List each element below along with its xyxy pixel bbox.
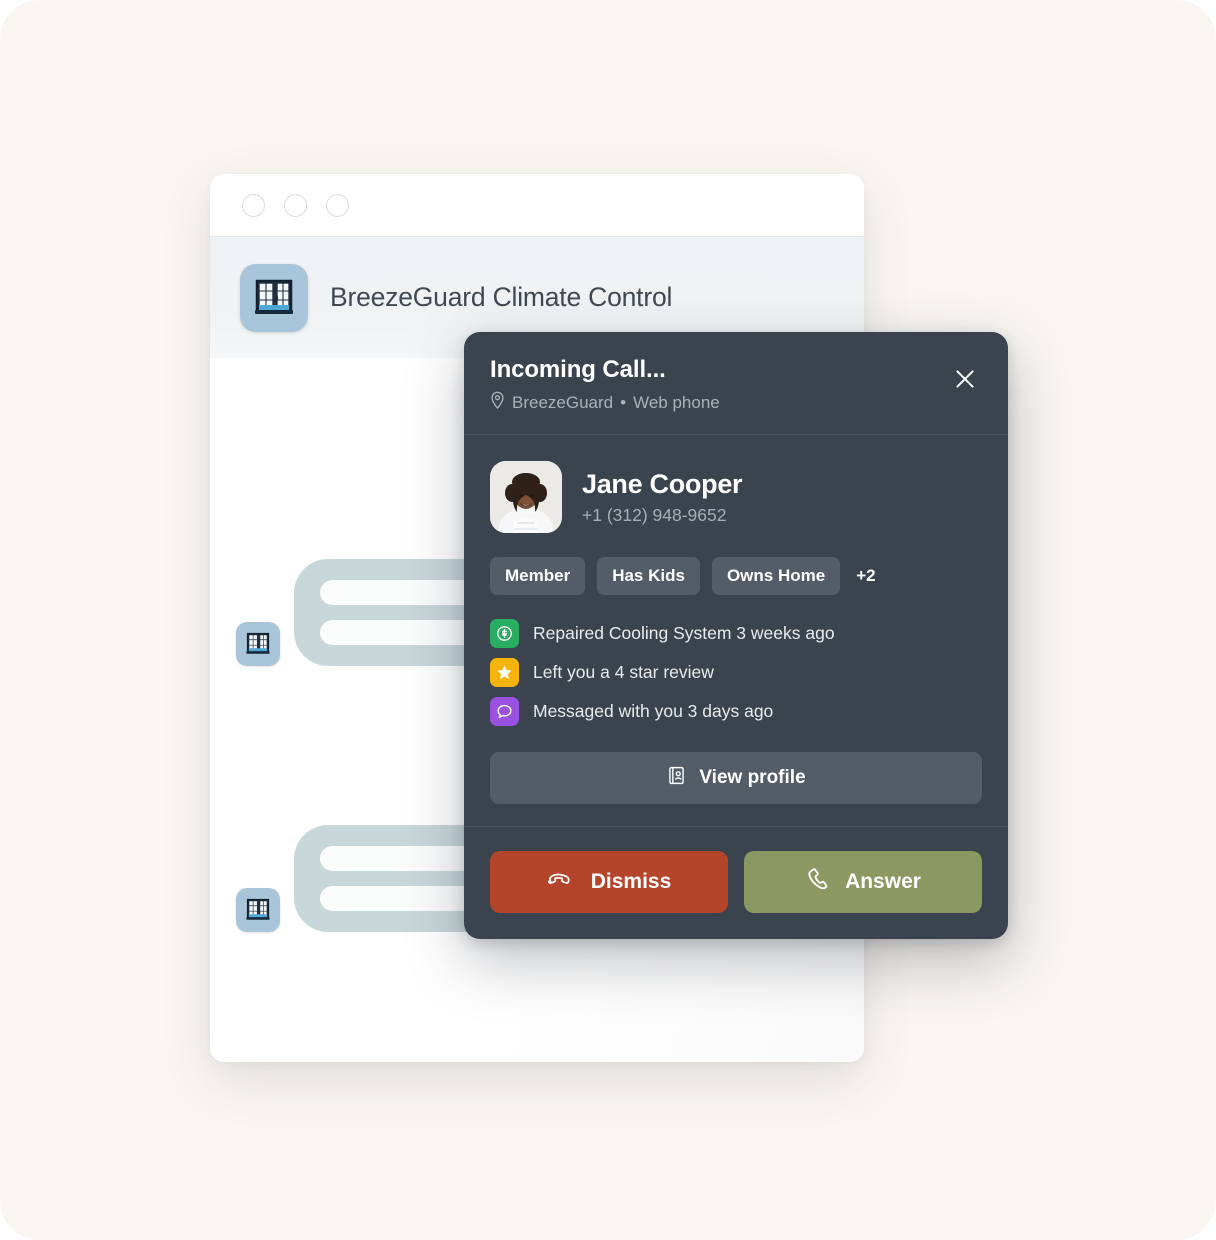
call-panel-body: Jane Cooper +1 (312) 948-9652 Member Has… [464,435,1008,826]
window-maximize-dot[interactable] [326,193,349,217]
contact-tags-overflow[interactable]: +2 [852,566,875,586]
avatar [490,461,562,533]
activity-item: Repaired Cooling System 3 weeks ago [490,619,982,648]
call-source-channel: Web phone [633,392,720,412]
star-icon [490,658,519,687]
view-profile-button[interactable]: View profile [490,752,982,804]
activity-text: Messaged with you 3 days ago [533,701,774,721]
contact-tag[interactable]: Has Kids [597,557,700,595]
call-header-text: Incoming Call... BreezeGuard • Web phone [490,356,720,414]
dismiss-label: Dismiss [590,870,672,893]
activity-item: Left you a 4 star review [490,658,982,687]
answer-label: Answer [845,870,921,893]
activity-text: Left you a 4 star review [533,662,714,682]
contact-row: Jane Cooper +1 (312) 948-9652 [490,461,982,533]
contact-tag[interactable]: Owns Home [711,557,841,595]
phone-handset-icon [805,866,831,898]
call-panel-header: Incoming Call... BreezeGuard • Web phone [464,332,1008,435]
close-icon[interactable] [948,362,982,396]
activity-list: Repaired Cooling System 3 weeks ago Left… [490,619,982,726]
dollar-coin-icon [490,619,519,648]
dismiss-button[interactable]: Dismiss [490,851,728,913]
activity-item: Messaged with you 3 days ago [490,697,982,726]
contact-phone: +1 (312) 948-9652 [582,504,727,525]
phone-hangup-icon [547,864,577,900]
page-root: BreezeGuard Climate Control Incoming Cal… [0,0,1216,1240]
window-close-dot[interactable] [242,193,265,217]
answer-button[interactable]: Answer [744,851,982,913]
view-profile-label: View profile [699,767,806,788]
contact-tags: Member Has Kids Owns Home +2 [490,557,982,595]
map-pin-icon [490,391,505,414]
call-subtitle: BreezeGuard • Web phone [490,391,720,414]
contact-card-icon [666,765,687,792]
contact-tag[interactable]: Member [490,557,586,595]
contact-details: Jane Cooper +1 (312) 948-9652 [582,468,743,526]
open-window-icon [236,888,280,932]
open-window-icon [240,263,308,332]
app-title: BreezeGuard Climate Control [330,282,673,312]
activity-text: Repaired Cooling System 3 weeks ago [533,623,835,643]
open-window-icon [236,622,280,666]
window-titlebar [210,174,864,236]
call-title: Incoming Call... [490,356,666,383]
incoming-call-panel: Incoming Call... BreezeGuard • Web phone [464,332,1008,939]
contact-name: Jane Cooper [582,468,743,499]
call-source-location: BreezeGuard [512,392,614,412]
window-minimize-dot[interactable] [284,193,307,217]
chat-bubble-icon [490,697,519,726]
call-action-bar: Dismiss Answer [464,826,1008,939]
call-subtitle-separator: • [620,392,627,412]
